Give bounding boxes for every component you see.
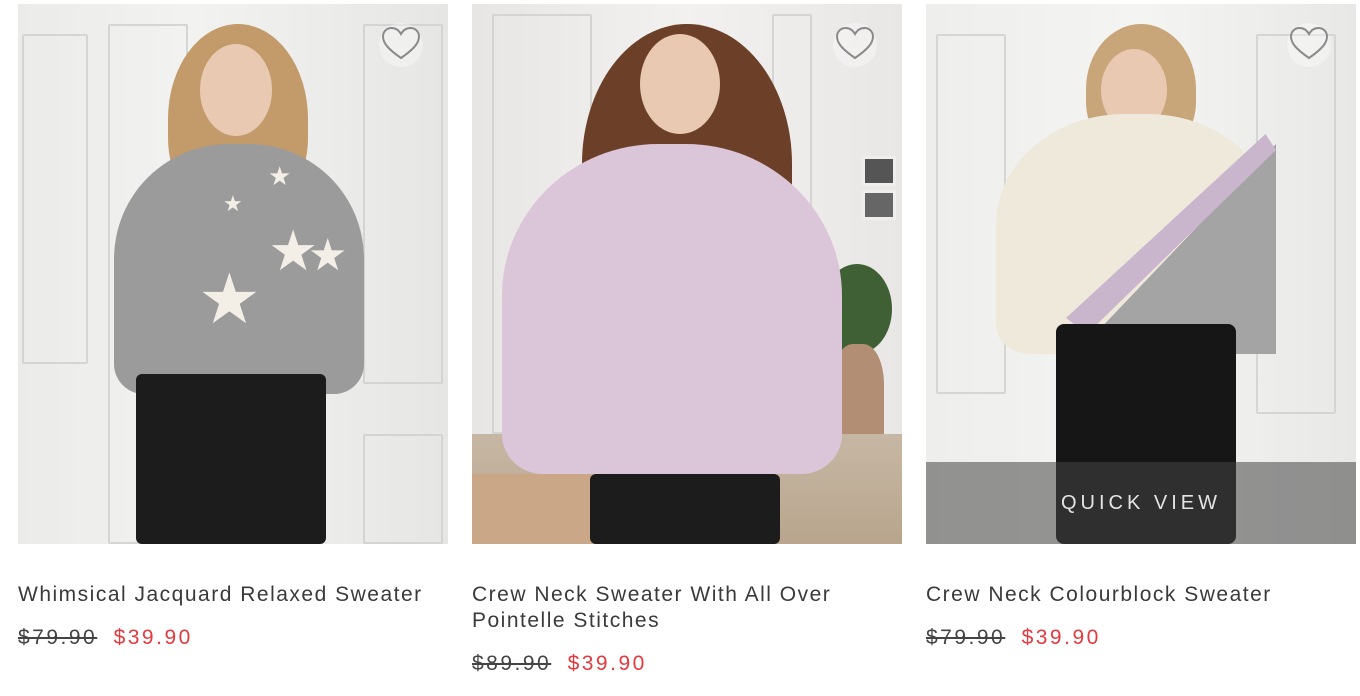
product-title-link[interactable]: Whimsical Jacquard Relaxed Sweater [18,582,448,608]
original-price: $79.90 [18,626,98,649]
wishlist-heart-icon[interactable] [378,22,424,68]
product-title-link[interactable]: Crew Neck Colourblock Sweater [926,582,1356,608]
product-title-link[interactable]: Crew Neck Sweater With All Over Pointell… [472,582,902,634]
original-price: $79.90 [926,626,1006,649]
wishlist-heart-icon[interactable] [1286,22,1332,68]
product-image-link[interactable]: ★ ★ ★ ★ ★ [18,4,448,544]
quick-view-button[interactable]: QUICK VIEW [926,462,1356,544]
sale-price: $39.90 [567,652,647,675]
sale-price: $39.90 [1021,626,1101,649]
product-card: QUICK VIEW Crew Neck Colourblock Sweater… [926,4,1356,696]
original-price: $89.90 [472,652,552,675]
price-group: $79.90 $39.90 [926,626,1356,650]
product-photo [472,4,902,544]
product-photo: ★ ★ ★ ★ ★ [18,4,448,544]
product-card: ★ ★ ★ ★ ★ Whimsical Jacquard Relaxed Swe… [18,4,448,696]
product-image-link[interactable]: QUICK VIEW [926,4,1356,544]
product-image-link[interactable] [472,4,902,544]
price-group: $89.90 $39.90 [472,652,902,676]
price-group: $79.90 $39.90 [18,626,448,650]
wishlist-heart-icon[interactable] [832,22,878,68]
sale-price: $39.90 [113,626,193,649]
product-card: Crew Neck Sweater With All Over Pointell… [472,4,902,696]
product-grid: ★ ★ ★ ★ ★ Whimsical Jacquard Relaxed Swe… [18,4,1356,696]
